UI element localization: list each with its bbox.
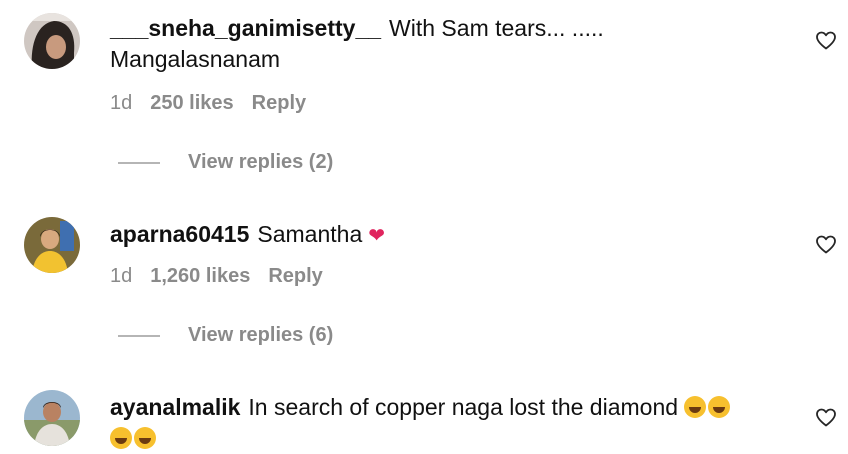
comment-body: In search of copper naga lost the diamon… — [248, 394, 679, 420]
comment-time: 1d — [110, 265, 133, 287]
divider-line — [118, 334, 160, 337]
heart-outline-icon[interactable] — [814, 232, 838, 256]
face-with-tears-of-joy-emoji — [134, 427, 156, 449]
reply-button[interactable]: Reply — [268, 265, 322, 287]
comment-username[interactable]: ___sneha_ganimisetty__ — [110, 15, 381, 41]
comment-meta: 1d 1,260 likes Reply — [110, 265, 341, 288]
divider-line — [118, 161, 160, 164]
view-replies-label: View replies (2) — [188, 151, 334, 173]
comment-text: ___sneha_ganimisetty__ With Sam tears... … — [110, 13, 790, 75]
red-heart-emoji: ❤ — [368, 225, 386, 247]
comment-body: Samantha — [257, 221, 363, 247]
face-with-tears-of-joy-emoji — [684, 396, 707, 418]
avatar[interactable] — [24, 13, 80, 69]
avatar[interactable] — [24, 217, 80, 273]
comment-body: With Sam tears... ..... — [389, 15, 604, 41]
comment-username[interactable]: aparna60415 — [110, 221, 249, 247]
reply-button[interactable]: Reply — [252, 92, 306, 114]
comment-likes[interactable]: 1,260 likes — [150, 265, 250, 287]
user-avatar-icon — [24, 13, 80, 69]
heart-outline-icon[interactable] — [814, 405, 838, 429]
comment-text: aparna60415 Samantha ❤ — [110, 219, 790, 252]
face-with-tears-of-joy-emoji — [708, 396, 731, 418]
view-replies-button[interactable]: View replies (2) — [118, 151, 333, 174]
comment-time: 1d — [110, 92, 133, 114]
view-replies-button[interactable]: View replies (6) — [118, 324, 333, 347]
user-avatar-icon — [24, 217, 80, 273]
comment-likes[interactable]: 250 likes — [150, 92, 233, 114]
comment-body-line2: Mangalasnanam — [110, 46, 281, 72]
face-with-tears-of-joy-emoji — [110, 427, 132, 449]
view-replies-label: View replies (6) — [188, 324, 334, 346]
comment-text: ayanalmalik In search of copper naga lost… — [110, 392, 790, 454]
avatar[interactable] — [24, 390, 80, 446]
heart-outline-icon[interactable] — [814, 28, 838, 52]
comment-username[interactable]: ayanalmalik — [110, 394, 240, 420]
comment-meta: 1d 250 likes Reply — [110, 92, 324, 115]
user-avatar-icon — [24, 390, 80, 446]
